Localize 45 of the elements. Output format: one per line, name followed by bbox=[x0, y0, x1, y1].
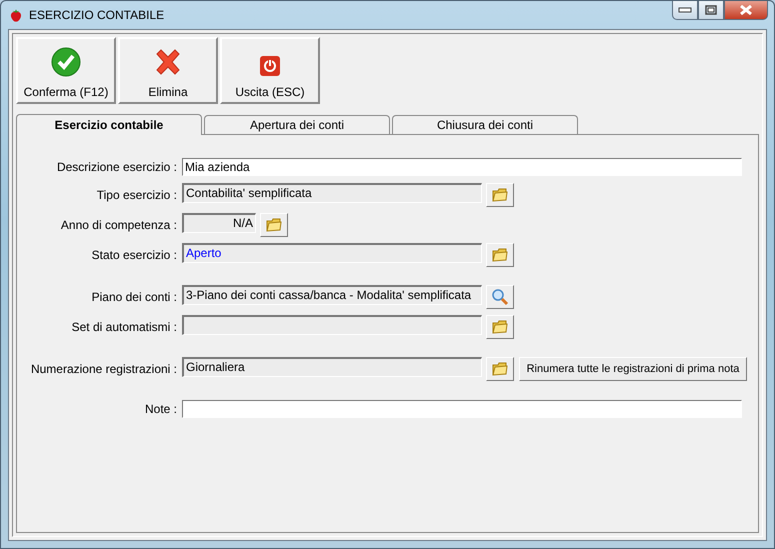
field-label: Numerazione registrazioni : bbox=[30, 362, 178, 376]
strawberry-icon bbox=[9, 8, 23, 22]
field-label: Anno di competenza : bbox=[60, 218, 178, 232]
toolbar-button[interactable]: Conferma (F12) bbox=[16, 37, 116, 104]
field-label: Note : bbox=[144, 402, 178, 416]
field-label: Tipo esercizio : bbox=[96, 188, 178, 202]
field-label: Stato esercizio : bbox=[90, 248, 178, 262]
tab[interactable]: Chiusura dei conti bbox=[392, 115, 578, 134]
readonly-field[interactable]: Giornaliera bbox=[182, 357, 482, 377]
readonly-field[interactable]: Contabilita' semplificata bbox=[182, 183, 482, 203]
minimize-icon bbox=[678, 7, 692, 13]
folder-icon bbox=[492, 362, 508, 376]
folder-button[interactable] bbox=[260, 213, 288, 237]
tab[interactable]: Esercizio contabile bbox=[16, 114, 202, 135]
close-button[interactable] bbox=[724, 1, 768, 20]
folder-icon bbox=[492, 188, 508, 202]
readonly-field[interactable]: N/A bbox=[182, 213, 256, 233]
folder-button[interactable] bbox=[486, 315, 514, 339]
maximize-button[interactable] bbox=[698, 1, 724, 20]
folder-button[interactable] bbox=[486, 357, 514, 381]
toolbar-button[interactable]: Uscita (ESC) bbox=[220, 37, 320, 104]
readonly-field[interactable]: 3-Piano dei conti cassa/banca - Modalita' semplificata bbox=[182, 285, 482, 305]
tab[interactable]: Apertura dei conti bbox=[204, 115, 390, 134]
close-icon bbox=[739, 5, 753, 15]
input-field[interactable]: Mia azienda bbox=[182, 158, 742, 176]
readonly-field[interactable]: Aperto bbox=[182, 243, 482, 263]
renumber-button[interactable]: Rinumera tutte le registrazioni di prima nota bbox=[519, 357, 747, 381]
field-label: Piano dei conti : bbox=[90, 290, 178, 304]
field-label: Descrizione esercizio : bbox=[56, 160, 178, 174]
toolbar-button[interactable]: Elimina bbox=[118, 37, 218, 104]
field-label: Set di automatismi : bbox=[70, 320, 178, 334]
check-icon bbox=[51, 47, 81, 77]
folder-icon bbox=[492, 320, 508, 334]
readonly-field[interactable] bbox=[182, 315, 482, 335]
folder-button[interactable] bbox=[486, 243, 514, 267]
maximize-icon bbox=[705, 5, 717, 15]
folder-icon bbox=[266, 218, 282, 232]
minimize-button[interactable] bbox=[672, 1, 698, 20]
search-icon bbox=[491, 288, 509, 306]
search-button[interactable] bbox=[486, 285, 514, 309]
power-icon bbox=[259, 55, 281, 77]
window-title: ESERCIZIO CONTABILE bbox=[29, 8, 166, 22]
folder-icon bbox=[492, 248, 508, 262]
input-field[interactable] bbox=[182, 400, 742, 418]
folder-button[interactable] bbox=[486, 183, 514, 207]
